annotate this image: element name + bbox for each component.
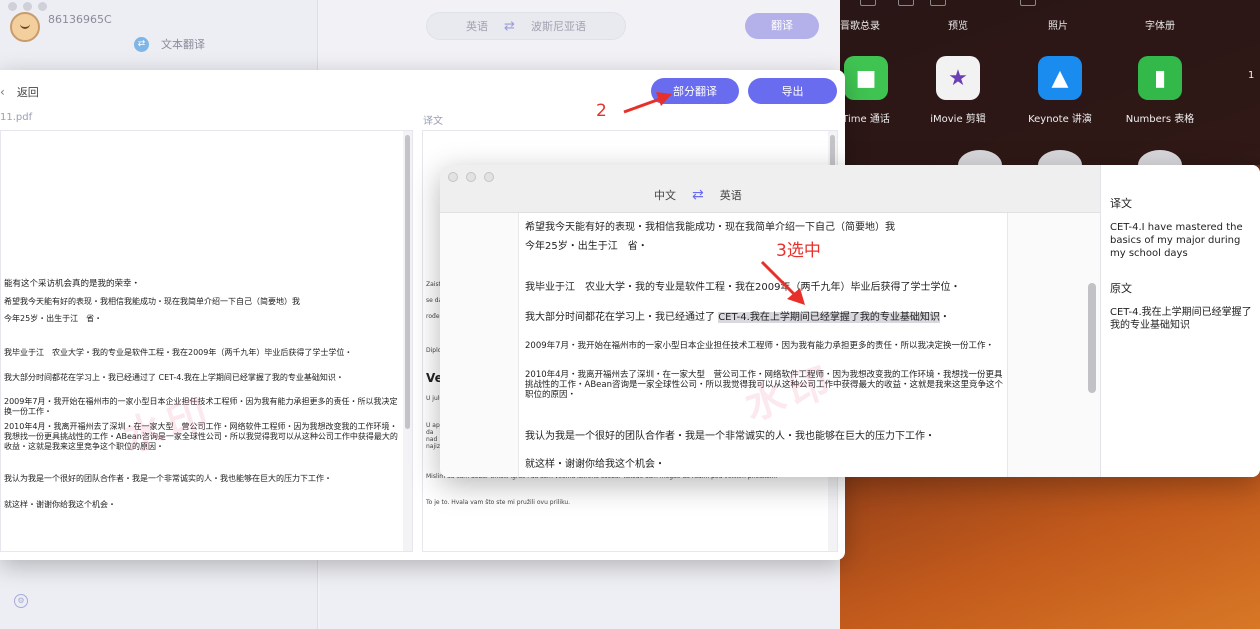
selection-translate-window: 中文 ⇄ 英语 希望我今天能有好的表现・我相信我能成功・现在我简单介绍一下自己（… (440, 165, 1260, 477)
app-label: 晋歌总录 (840, 21, 880, 32)
doc-line: 今年25岁・出生于江 省・ (4, 314, 103, 323)
target-label: 译文 (423, 116, 443, 127)
doc-line: 我大部分时间都花在学习上・我已经通过了 CET-4.我在上学期间已经掌握了我的专… (4, 373, 344, 382)
partial-translate-button[interactable]: 部分翻译 (651, 78, 739, 104)
app-facetime[interactable]: ■ Time 通话 (840, 56, 916, 125)
page-number: 1 (1248, 70, 1255, 81)
bg-lang-from[interactable]: 英语 (466, 18, 488, 34)
doc-line: 能有这个采访机会真的是我的荣幸・ (4, 279, 141, 289)
doc-line: 希望我今天能有好的表现・我相信我能成功・现在我简单介绍一下自己（简要地）我 (4, 297, 300, 306)
translation-result-panel: 译文 CET-4.I have mastered the basics of m… (1100, 165, 1260, 477)
keynote-icon: ▲ (1038, 56, 1082, 100)
original-heading: 原文 (1110, 282, 1132, 295)
doc-line-with-selection[interactable]: 我大部分时间都花在学习上・我已经通过了 CET-4.我在上学期间已经掌握了我的专… (525, 311, 950, 324)
facetime-icon: ■ (844, 56, 888, 100)
avatar[interactable] (10, 12, 40, 42)
zoom-icon[interactable] (484, 172, 494, 182)
doc-line: 就这样・谢谢你给我这个机会・ (4, 500, 116, 509)
minimize-icon[interactable] (466, 172, 476, 182)
doc-line: To je to. Hvala vam što ste mi pružili o… (426, 499, 571, 506)
selected-text[interactable]: CET-4.我在上学期间已经掌握了我的专业基础知识 (718, 312, 940, 323)
bg-lang-to[interactable]: 波斯尼亚语 (531, 18, 586, 34)
bg-language-bar[interactable]: 英语 ⇄ 波斯尼亚语 (426, 12, 626, 40)
source-document-pane[interactable]: 能有这个采访机会真的是我的荣幸・ 希望我今天能有好的表现・我相信我能成功・现在我… (0, 130, 413, 552)
popup-titlebar[interactable]: 中文 ⇄ 英语 (440, 165, 1100, 213)
popup-lang-from[interactable]: 中文 (654, 187, 676, 203)
doc-text: ・ (939, 312, 950, 323)
popup-scroll-thumb[interactable] (1088, 283, 1096, 393)
doc-line: Zaist (426, 281, 441, 288)
export-button[interactable]: 导出 (748, 78, 837, 104)
doc-line: 我毕业于江 农业大学・我的专业是软件工程・我在2009年（两千九年）毕业后获得了… (4, 348, 353, 357)
imovie-icon: ★ (936, 56, 980, 100)
doc-line: 今年25岁・出生于江 省・ (525, 241, 648, 252)
launchpad-menubar (840, 0, 1260, 12)
doc-line: 我认为我是一个很好的团队合作者・我是一个非常诚实的人・我也能够在巨大的压力下工作… (525, 431, 935, 442)
annotation-step-2: 2 (596, 101, 607, 121)
sidebar-item-text-translate[interactable]: ⇄ 文本翻译 (134, 36, 205, 52)
close-icon[interactable] (448, 172, 458, 182)
app-label: 字体册 (1145, 21, 1175, 32)
chevron-left-icon: ‹ (0, 85, 5, 99)
popup-document-area: 希望我今天能有好的表现・我相信我能成功・现在我简单介绍一下自己（简要地）我 今年… (440, 213, 1100, 477)
doc-line: 2009年7月・我开始在福州市的一家小型日本企业担任技术工程师・因为我有能力承担… (525, 341, 995, 351)
popup-lang-to[interactable]: 英语 (720, 187, 742, 203)
translate-icon: ⇄ (134, 36, 149, 52)
app-imovie[interactable]: ★ iMovie 剪辑 (908, 56, 1008, 125)
watermark: 水印 (739, 357, 842, 430)
launchpad: 晋歌总录 预览 照片 字体册 ■ Time 通话 ★ iMovie 剪辑 ▲ K… (840, 0, 1260, 180)
doc-line: 就这样・谢谢你给我这个机会・ (525, 459, 665, 470)
app-label: 照片 (1048, 21, 1068, 32)
app-label: Numbers 表格 (1125, 114, 1195, 125)
doc-line: 我认为我是一个很好的团队合作者・我是一个非常诚实的人・我也能够在巨大的压力下工作… (4, 474, 332, 483)
app-label: Time 通话 (842, 114, 890, 125)
back-label: 返回 (16, 86, 39, 99)
sidebar-item-label: 文本翻译 (161, 38, 205, 51)
back-link[interactable]: ‹ 返回 (0, 84, 39, 100)
app-keynote[interactable]: ▲ Keynote 讲演 (1010, 56, 1110, 125)
annotation-step-3: 3选中 (776, 241, 821, 261)
popup-document-page[interactable]: 希望我今天能有好的表现・我相信我能成功・现在我简单介绍一下自己（简要地）我 今年… (518, 213, 1008, 477)
translation-heading: 译文 (1110, 197, 1132, 210)
settings-icon[interactable]: ⚙ (14, 594, 28, 608)
app-numbers[interactable]: ▮ Numbers 表格 (1110, 56, 1210, 125)
swap-icon[interactable]: ⇄ (692, 187, 704, 203)
translation-text: CET-4.I have mastered the basics of my m… (1110, 222, 1243, 259)
original-text: CET-4.我在上学期间已经掌握了我的专业基础知识 (1110, 307, 1252, 331)
numbers-icon: ▮ (1138, 56, 1182, 100)
user-id: 86136965C (48, 13, 112, 26)
doc-text: 我大部分时间都花在学习上・我已经通过了 (525, 312, 719, 323)
source-scroll-thumb[interactable] (405, 135, 410, 429)
doc-line: 我毕业于江 农业大学・我的专业是软件工程・我在2009年（两千九年）毕业后获得了… (525, 282, 961, 293)
swap-icon[interactable]: ⇄ (504, 19, 515, 34)
app-label: 预览 (948, 21, 968, 32)
source-file-label: 11.pdf (0, 112, 33, 123)
bg-translate-button[interactable]: 翻译 (745, 13, 819, 39)
source-scrollbar[interactable] (403, 131, 412, 551)
popup-language-bar[interactable]: 中文 ⇄ 英语 (654, 187, 742, 203)
bg-window-controls (8, 2, 47, 11)
app-label: iMovie 剪辑 (930, 114, 986, 125)
app-label: Keynote 讲演 (1028, 114, 1092, 125)
window-controls (448, 172, 494, 182)
doc-line: 希望我今天能有好的表现・我相信我能成功・现在我简单介绍一下自己（简要地）我 (525, 222, 895, 233)
